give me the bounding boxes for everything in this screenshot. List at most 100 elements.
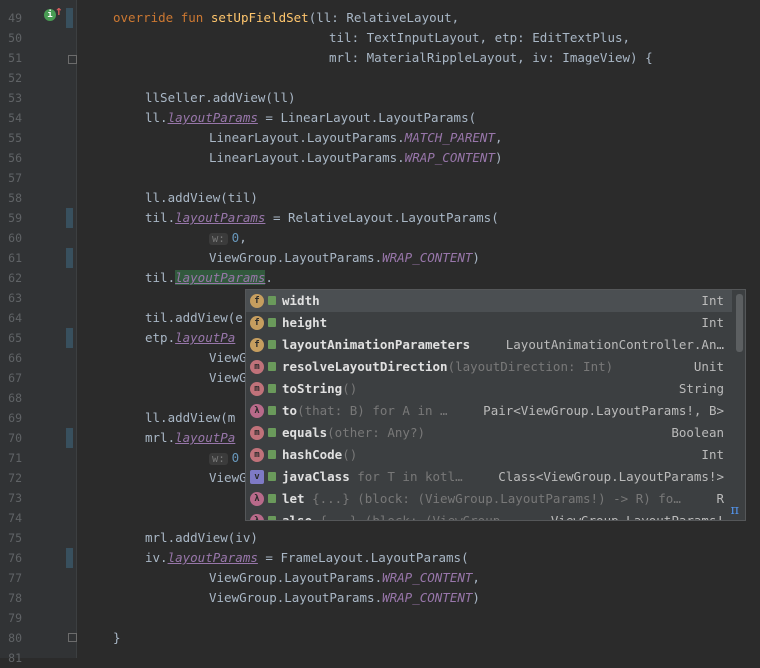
line-number: 52 (8, 71, 22, 85)
line-number: 62 (8, 271, 22, 285)
lambda-icon: λ (250, 492, 264, 506)
completion-item-name: equals(other: Any?) (282, 422, 425, 444)
line-number: 64 (8, 311, 22, 325)
completion-item-name: toString() (282, 378, 357, 400)
line-number: 69 (8, 411, 22, 425)
completion-item[interactable]: m equals(other: Any?) Boolean (246, 422, 732, 444)
completion-item-type: Int (701, 447, 724, 462)
completion-item-signature: () (342, 447, 358, 462)
code-line-56: LinearLayout.LayoutParams.WRAP_CONTENT) (209, 148, 503, 168)
code-line-65: etp.layoutPa (145, 328, 235, 348)
completion-item[interactable]: λ let {...} (block: (ViewGroup.LayoutPara… (246, 488, 732, 510)
line-number: 70 (8, 431, 22, 445)
completion-item-type: ViewGroup.LayoutParams! (550, 513, 724, 521)
change-marker[interactable] (66, 248, 73, 268)
code-text: ViewGroup.LayoutParams. (209, 570, 383, 585)
line-number: 67 (8, 371, 22, 385)
constant-name: WRAP_CONTENT (404, 150, 495, 165)
completion-item[interactable]: m hashCode() Int (246, 444, 732, 466)
code-text: LinearLayout.LayoutParams. (209, 130, 405, 145)
completion-item[interactable]: v javaClass for T in kotl… Class<ViewGroup… (246, 466, 732, 488)
completion-item-type: Boolean (671, 425, 724, 440)
line-number: 80 (8, 631, 22, 645)
completion-item-signature: (that: B) for A in … (297, 403, 448, 418)
completion-item-label: equals (282, 425, 328, 440)
public-visibility-icon (268, 472, 276, 481)
line-number: 63 (8, 291, 22, 305)
completion-item-label: toString (282, 381, 343, 396)
code-text: til. (145, 270, 176, 285)
completion-item-name: let {...} (block: (ViewGroup.LayoutParam… (282, 488, 681, 510)
change-marker[interactable] (66, 8, 73, 28)
constant-name: MATCH_PARENT (404, 130, 495, 145)
code-line-51: mrl: MaterialRippleLayout, iv: ImageView… (329, 50, 653, 65)
completion-item[interactable]: m resolveLayoutDirection(layoutDirection:… (246, 356, 732, 378)
public-visibility-icon (268, 516, 276, 520)
method-icon: m (250, 448, 264, 462)
completion-item[interactable]: λ also {...} (block: (ViewGroup… ViewGroup… (246, 510, 732, 521)
completion-item-name: also {...} (block: (ViewGroup… (282, 510, 508, 521)
line-number: 56 (8, 151, 22, 165)
completion-item-type: R (716, 491, 724, 506)
line-number: 60 (8, 231, 22, 245)
code-line-54: ll.layoutParams = LinearLayout.LayoutPar… (145, 108, 476, 128)
method-icon: m (250, 382, 264, 396)
completion-item-type: Int (701, 315, 724, 330)
completion-item-label: to (282, 403, 298, 418)
code-line-64: til.addView(e (145, 310, 243, 325)
completion-item[interactable]: f height Int (246, 312, 732, 334)
code-text: til. (145, 210, 176, 225)
code-line-55: LinearLayout.LayoutParams.MATCH_PARENT, (209, 128, 503, 148)
change-marker[interactable] (66, 428, 73, 448)
code-line-78: ViewGroup.LayoutParams.WRAP_CONTENT) (209, 588, 480, 608)
parameter-hint: w: (209, 453, 228, 465)
field-icon: f (250, 294, 264, 308)
line-number: 51 (8, 51, 22, 65)
completion-item-signature: (layoutDirection: Int) (447, 359, 614, 374)
code-line-59: til.layoutParams = RelativeLayout.Layout… (145, 208, 499, 228)
code-text: = FrameLayout.LayoutParams( (257, 550, 469, 565)
line-number: 61 (8, 251, 22, 265)
fold-toggle-icon[interactable] (68, 633, 77, 642)
code-line-69: ll.addView(m (145, 410, 236, 425)
change-marker[interactable] (66, 328, 73, 348)
line-number: 75 (8, 531, 22, 545)
function-name: setUpFieldSet (210, 10, 309, 25)
code-completion-popup[interactable]: f width Int f height Int f layoutAnimationParam… (245, 289, 746, 521)
completion-item-type: Int (701, 293, 724, 308)
fold-toggle-icon[interactable] (68, 55, 77, 64)
completion-item-name: hashCode() (282, 444, 357, 466)
completion-item-type: Unit (693, 359, 724, 374)
completion-item[interactable]: f layoutAnimationParameters LayoutAnimatio… (246, 334, 732, 356)
line-number: 79 (8, 611, 22, 625)
completion-item[interactable]: f width Int (246, 290, 732, 312)
completion-item-signature: for T in kotl… (349, 469, 463, 484)
variable-icon: v (250, 470, 264, 484)
public-visibility-icon (268, 494, 276, 503)
completion-item-signature: {...} (block: (ViewGroup… (312, 513, 508, 521)
line-number: 76 (8, 551, 22, 565)
line-number: 58 (8, 191, 22, 205)
public-visibility-icon (268, 318, 276, 327)
change-marker[interactable] (66, 548, 73, 568)
public-visibility-icon (268, 384, 276, 393)
completion-item-name: resolveLayoutDirection(layoutDirection: … (282, 356, 613, 378)
code-text: (ll: RelativeLayout, (308, 10, 460, 25)
pi-icon[interactable]: π (730, 503, 739, 518)
code-text: = RelativeLayout.LayoutParams( (265, 210, 499, 225)
completion-item-label: resolveLayoutDirection (282, 359, 448, 374)
completion-item[interactable]: m toString() String (246, 378, 732, 400)
completion-item[interactable]: λ to(that: B) for A in … Pair<ViewGroup.La… (246, 400, 732, 422)
override-arrow-icon[interactable]: ↑ (55, 5, 63, 19)
completion-item-name: height (282, 312, 327, 334)
code-text: ViewGroup.LayoutParams. (209, 250, 383, 265)
constant-name: WRAP_CONTENT (382, 570, 473, 585)
popup-scrollbar[interactable] (736, 294, 743, 352)
completion-item-signature: (other: Any?) (327, 425, 425, 440)
completion-item-type: LayoutAnimationController.An… (505, 337, 724, 352)
completion-item-label: layoutAnimationParameters (282, 337, 471, 352)
constant-name: WRAP_CONTENT (382, 250, 473, 265)
completion-item-label: height (282, 315, 328, 330)
code-line-50: til: TextInputLayout, etp: EditTextPlus, (329, 30, 631, 45)
change-marker[interactable] (66, 208, 73, 228)
